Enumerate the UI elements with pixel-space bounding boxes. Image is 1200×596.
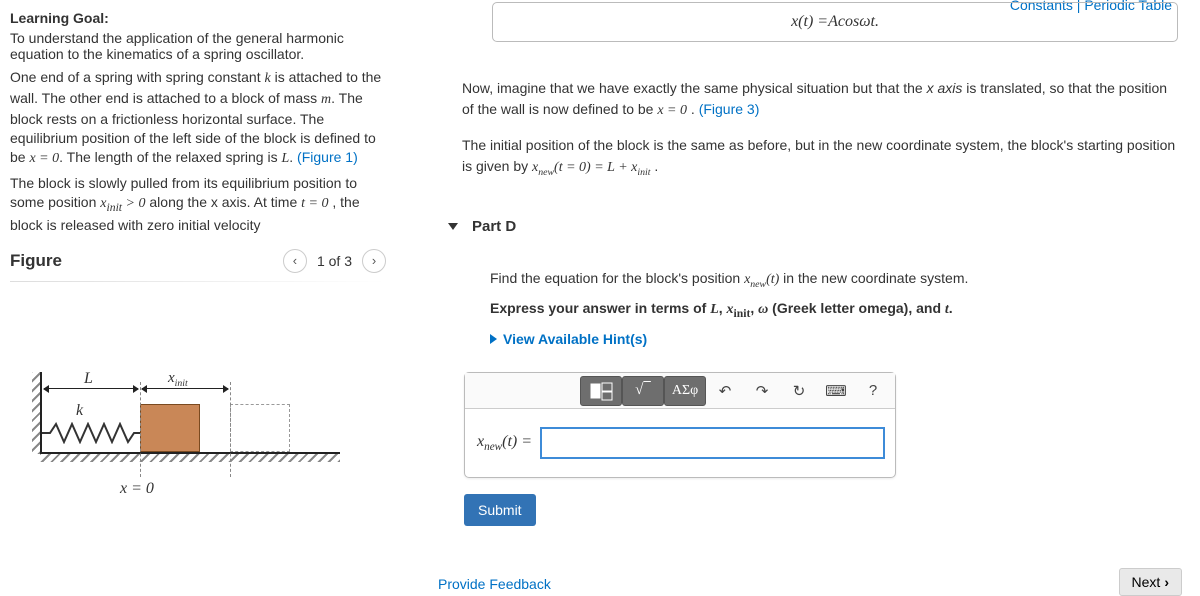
equation-toolbar: √ ΑΣφ ↶ ↷ ↻ ⌨ ? xyxy=(465,373,895,409)
figure-diagram: L xinit k x = 0 xyxy=(40,352,340,512)
chevron-right-icon: › xyxy=(1164,574,1169,590)
figure-prev-button[interactable]: ‹ xyxy=(283,249,307,273)
next-button[interactable]: Next› xyxy=(1119,568,1182,596)
template-button[interactable] xyxy=(580,376,622,406)
keyboard-button[interactable]: ⌨ xyxy=(818,376,854,406)
undo-button[interactable]: ↶ xyxy=(707,376,743,406)
provide-feedback-link[interactable]: Provide Feedback xyxy=(438,576,551,592)
figure-nav-label: 1 of 3 xyxy=(311,253,358,269)
part-d-title: Part D xyxy=(472,218,516,235)
help-button[interactable]: ? xyxy=(855,376,891,406)
submit-button[interactable]: Submit xyxy=(464,494,536,526)
express-instructions: Express your answer in terms of L, xinit… xyxy=(490,298,1170,322)
problem-paragraph-2: The block is slowly pulled from its equi… xyxy=(10,174,386,234)
part-d-question: Find the equation for the block's positi… xyxy=(490,268,1170,292)
part-d-header[interactable]: Part D xyxy=(448,218,516,235)
greek-letters-button[interactable]: ΑΣφ xyxy=(664,376,706,406)
answer-label: xnew(t) = xyxy=(477,433,532,453)
answer-input[interactable] xyxy=(540,427,885,459)
figure-navigation: ‹ 1 of 3 › xyxy=(283,249,386,273)
problem-paragraph-1: One end of a spring with spring constant… xyxy=(10,68,386,168)
reset-button[interactable]: ↻ xyxy=(781,376,817,406)
collapse-icon xyxy=(448,223,458,230)
previous-answer-box: x(t) = A cos ωt. xyxy=(492,2,1178,42)
figure-1-link[interactable]: (Figure 1) xyxy=(297,149,358,165)
instruction-text: Now, imagine that we have exactly the sa… xyxy=(462,78,1182,180)
answer-panel: √ ΑΣφ ↶ ↷ ↻ ⌨ ? xnew(t) = xyxy=(464,372,896,478)
figure-3-link[interactable]: (Figure 3) xyxy=(699,101,760,117)
redo-button[interactable]: ↷ xyxy=(744,376,780,406)
learning-goal-text: To understand the application of the gen… xyxy=(10,30,386,62)
sqrt-button[interactable]: √ xyxy=(622,376,664,406)
figure-next-button[interactable]: › xyxy=(362,249,386,273)
expand-icon xyxy=(490,334,497,344)
view-hints-link[interactable]: View Available Hint(s) xyxy=(490,329,647,350)
figure-title: Figure xyxy=(10,251,62,271)
learning-goal-label: Learning Goal: xyxy=(10,10,109,26)
